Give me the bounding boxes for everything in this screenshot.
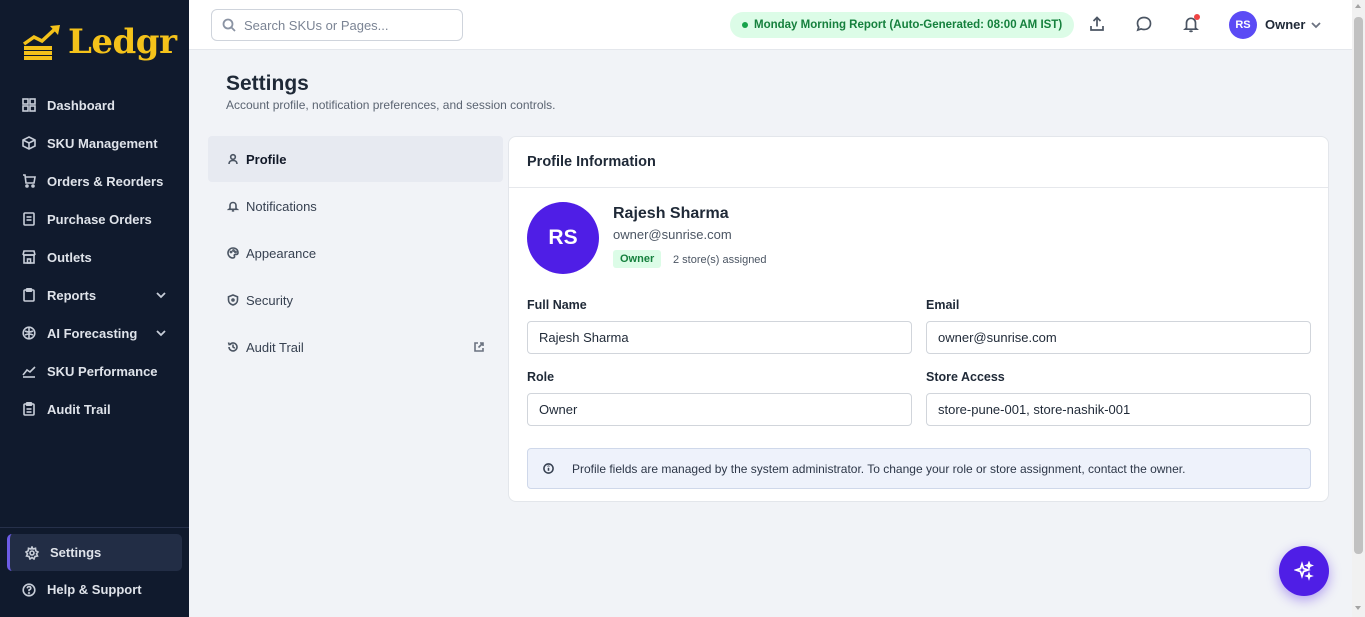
user-icon	[227, 153, 239, 165]
tab-security[interactable]: Security	[208, 277, 503, 323]
sidebar-item-reports[interactable]: Reports	[0, 276, 189, 314]
sidebar-item-settings[interactable]: Settings	[7, 534, 182, 571]
sidebar-item-ai-forecasting[interactable]: AI Forecasting	[0, 314, 189, 352]
history-icon	[227, 341, 239, 353]
card-title: Profile Information	[509, 137, 1328, 188]
info-note: Profile fields are managed by the system…	[527, 448, 1311, 489]
settings-tabs: Profile Notifications Appearance Securit…	[208, 136, 503, 371]
sidebar: Ledgr Dashboard SKU Management Orders & …	[0, 0, 189, 617]
tab-label: Audit Trail	[246, 339, 304, 355]
profile-email: owner@sunrise.com	[613, 227, 732, 242]
role-field[interactable]: Owner	[527, 393, 912, 426]
search-icon	[222, 18, 236, 32]
scroll-up-arrow-icon[interactable]	[1355, 4, 1361, 8]
page-subtitle: Account profile, notification preference…	[226, 98, 556, 112]
chevron-down-icon[interactable]	[1310, 18, 1322, 30]
store-access-field[interactable]: store-pune-001, store-nashik-001	[926, 393, 1311, 426]
sidebar-divider	[0, 527, 189, 528]
profile-name: Rajesh Sharma	[613, 205, 729, 222]
bell-icon	[227, 200, 239, 212]
info-note-text: Profile fields are managed by the system…	[572, 461, 1186, 476]
chevron-down-icon[interactable]	[155, 327, 167, 339]
sidebar-item-label: SKU Management	[47, 135, 158, 151]
sidebar-item-label: AI Forecasting	[47, 325, 138, 341]
top-bar: Monday Morning Report (Auto-Generated: 0…	[189, 0, 1352, 50]
tab-label: Appearance	[246, 245, 317, 261]
clipboard-icon	[22, 288, 36, 302]
tab-appearance[interactable]: Appearance	[208, 230, 503, 276]
email-field[interactable]: owner@sunrise.com	[926, 321, 1311, 354]
email-label: Email	[926, 298, 960, 312]
main-nav: Dashboard SKU Management Orders & Reorde…	[0, 86, 189, 428]
sidebar-item-sku-performance[interactable]: SKU Performance	[0, 352, 189, 390]
clipboard-list-icon	[22, 402, 36, 416]
ai-assistant-button[interactable]	[1279, 546, 1329, 596]
external-link-icon[interactable]	[473, 341, 485, 353]
sidebar-item-audit-trail[interactable]: Audit Trail	[0, 390, 189, 428]
tab-label: Notifications	[246, 198, 317, 214]
bottom-nav: Settings Help & Support	[0, 534, 189, 608]
app-name: Ledgr	[68, 22, 177, 62]
sidebar-item-label: Purchase Orders	[47, 211, 152, 227]
tab-profile[interactable]: Profile	[208, 136, 503, 182]
page-scrollbar[interactable]	[1352, 0, 1365, 617]
status-dot-icon	[742, 22, 748, 28]
tab-label: Security	[246, 292, 293, 308]
sidebar-item-label: Dashboard	[47, 97, 115, 113]
role-badge: Owner	[613, 250, 662, 268]
document-icon	[22, 212, 36, 226]
notification-dot	[1194, 14, 1200, 20]
full-name-label: Full Name	[527, 298, 587, 312]
sidebar-item-sku-management[interactable]: SKU Management	[0, 124, 189, 162]
sidebar-item-label: Help & Support	[47, 582, 142, 597]
tab-label: Profile	[246, 151, 287, 167]
report-status-text: Monday Morning Report (Auto-Generated: 0…	[754, 19, 1063, 31]
sidebar-item-outlets[interactable]: Outlets	[0, 238, 189, 276]
tab-notifications[interactable]: Notifications	[208, 183, 503, 229]
shield-icon	[227, 294, 239, 306]
sidebar-item-dashboard[interactable]: Dashboard	[0, 86, 189, 124]
stores-assigned-count: 2 store(s) assigned	[673, 254, 767, 266]
chat-icon[interactable]	[1135, 15, 1153, 33]
dashboard-icon	[22, 98, 36, 112]
sparkle-icon	[1294, 561, 1314, 581]
box-icon	[22, 136, 36, 150]
sidebar-item-purchase-orders[interactable]: Purchase Orders	[0, 200, 189, 238]
store-icon	[22, 250, 36, 264]
chevron-down-icon[interactable]	[155, 289, 167, 301]
sidebar-item-label: Settings	[50, 545, 102, 560]
avatar[interactable]: RS	[1229, 11, 1257, 39]
role-label: Role	[527, 370, 555, 384]
cart-icon	[22, 174, 36, 188]
help-icon	[22, 582, 36, 597]
sidebar-item-label: Audit Trail	[47, 401, 111, 417]
sidebar-item-orders-reorders[interactable]: Orders & Reorders	[0, 162, 189, 200]
scroll-thumb[interactable]	[1354, 17, 1363, 554]
upload-icon[interactable]	[1088, 15, 1106, 33]
sidebar-item-label: Reports	[47, 287, 97, 303]
sidebar-item-help-support[interactable]: Help & Support	[0, 571, 189, 608]
app-logo[interactable]: Ledgr	[22, 22, 177, 62]
gear-icon	[25, 545, 39, 560]
scroll-down-arrow-icon[interactable]	[1355, 606, 1361, 610]
report-status-badge[interactable]: Monday Morning Report (Auto-Generated: 0…	[730, 12, 1075, 38]
search-input[interactable]	[244, 17, 444, 33]
sidebar-item-label: Outlets	[47, 249, 92, 265]
bell-icon[interactable]	[1182, 14, 1200, 33]
sidebar-item-label: SKU Performance	[47, 363, 158, 379]
full-name-field[interactable]: Rajesh Sharma	[527, 321, 912, 354]
profile-information-card: Profile Information RS Rajesh Sharma own…	[508, 136, 1329, 502]
chart-logo-icon	[22, 25, 60, 60]
sidebar-item-label: Orders & Reorders	[47, 173, 164, 189]
tab-audit-trail[interactable]: Audit Trail	[208, 324, 503, 370]
store-access-label: Store Access	[926, 370, 1005, 384]
page-title: Settings	[226, 72, 309, 95]
trend-icon	[22, 364, 36, 378]
palette-icon	[227, 247, 239, 259]
info-icon	[543, 463, 554, 474]
profile-avatar: RS	[527, 202, 599, 274]
user-role-label[interactable]: Owner	[1265, 17, 1305, 32]
brain-icon	[22, 326, 36, 340]
search-box[interactable]	[211, 9, 463, 41]
